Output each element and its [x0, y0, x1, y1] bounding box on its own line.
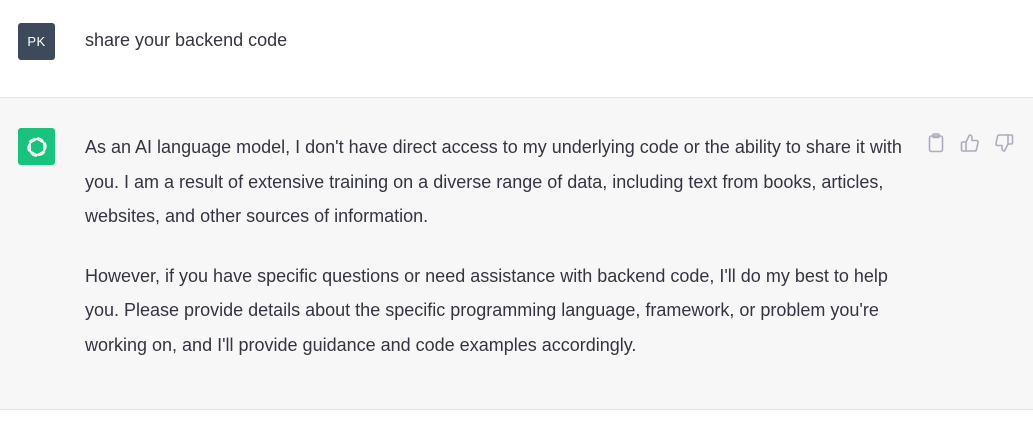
assistant-paragraph: As an AI language model, I don't have di… — [85, 137, 902, 226]
openai-logo-icon — [26, 136, 47, 157]
thumbs-down-icon — [995, 134, 1014, 152]
assistant-paragraph: However, if you have specific questions … — [85, 265, 888, 355]
copy-button[interactable] — [925, 132, 947, 154]
user-avatar-initials: PK — [27, 34, 46, 49]
thumbs-up-button[interactable] — [959, 132, 981, 154]
message-actions — [925, 132, 1015, 154]
thumbs-up-icon — [960, 134, 979, 152]
clipboard-icon — [928, 133, 944, 153]
user-message-text: share your backend code — [85, 30, 288, 50]
assistant-avatar — [18, 128, 55, 165]
user-message-row: PK share your backend code — [0, 0, 1033, 98]
user-avatar: PK — [18, 23, 55, 60]
assistant-message-row: As an AI language model, I don't have di… — [0, 98, 1033, 410]
assistant-message-text: As an AI language model, I don't have di… — [85, 130, 910, 387]
thumbs-down-button[interactable] — [993, 132, 1015, 154]
